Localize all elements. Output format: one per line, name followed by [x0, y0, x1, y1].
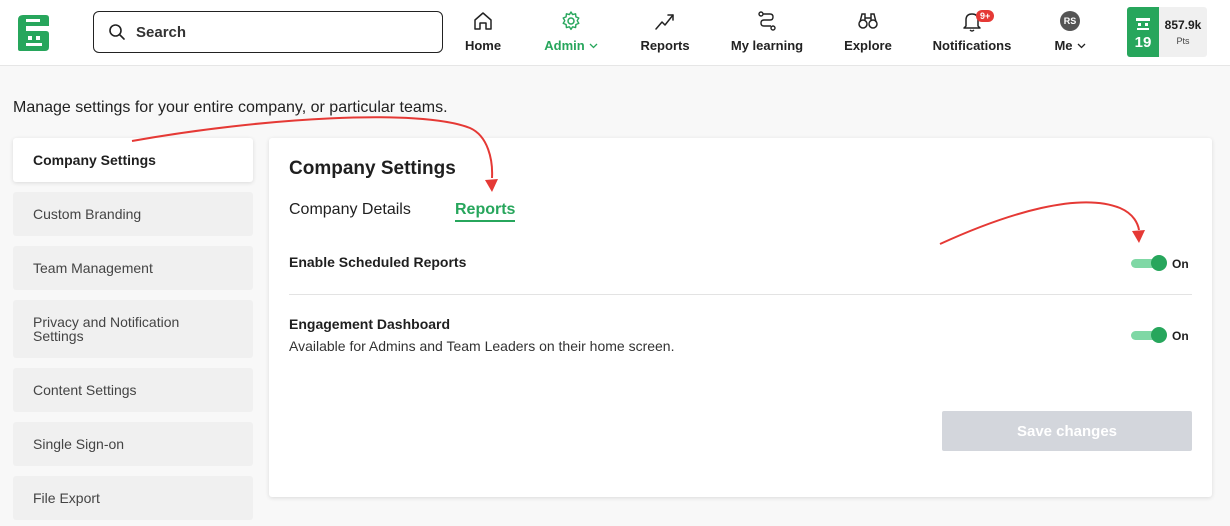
sidebar-item-content-settings[interactable]: Content Settings	[13, 368, 253, 412]
sidebar-item-label: Single Sign-on	[33, 436, 125, 452]
sidebar-item-label: Custom Branding	[33, 206, 142, 222]
sidebar-item-company-settings[interactable]: Company Settings	[13, 138, 253, 182]
level-badge: 19	[1127, 7, 1159, 57]
chevron-down-icon	[589, 43, 598, 48]
nav-admin-label: Admin	[544, 38, 585, 53]
nav-admin[interactable]: Admin	[540, 8, 602, 58]
nav-me-label: Me	[1054, 38, 1073, 53]
settings-panel: Company Settings Company Details Reports…	[269, 138, 1212, 497]
nav-reports-label: Reports	[640, 38, 690, 53]
points-value: 857.9k	[1164, 18, 1202, 32]
nav-notifications-label: Notifications	[932, 38, 1012, 53]
company-logo-icon[interactable]	[16, 14, 50, 52]
divider	[289, 294, 1192, 295]
toggle-knob	[1151, 255, 1167, 271]
tab-company-details[interactable]: Company Details	[289, 201, 411, 219]
gear-icon	[562, 11, 580, 31]
toggle-knob	[1151, 327, 1167, 343]
nav-explore[interactable]: Explore	[842, 8, 894, 58]
sidebar-item-team-management[interactable]: Team Management	[13, 246, 253, 290]
avatar: RS	[1060, 11, 1080, 31]
nav-notifications[interactable]: Notifications	[930, 8, 1014, 58]
nav-reports[interactable]: Reports	[638, 8, 692, 58]
binoculars-icon	[858, 13, 878, 29]
setting-engagement-dashboard-description: Available for Admins and Team Leaders on…	[289, 338, 675, 354]
sidebar-item-label: Privacy and Notification Settings	[33, 314, 180, 344]
sidebar-item-label: Company Settings	[33, 152, 156, 168]
search-box[interactable]	[93, 11, 443, 53]
sidebar-item-label: File Export	[33, 490, 100, 506]
nav-home-label: Home	[464, 38, 502, 53]
engagement-dashboard-state: On	[1172, 329, 1189, 343]
sidebar-item-custom-branding[interactable]: Custom Branding	[13, 192, 253, 236]
nav-home[interactable]: Home	[462, 8, 504, 58]
setting-scheduled-reports-label: Enable Scheduled Reports	[289, 254, 467, 270]
nav-explore-label: Explore	[844, 38, 892, 53]
trend-icon	[655, 14, 674, 30]
sidebar-item-single-sign-on[interactable]: Single Sign-on	[13, 422, 253, 466]
sidebar-item-privacy-notification[interactable]: Privacy and Notification Settings	[13, 300, 253, 358]
nav-my-learning[interactable]: My learning	[728, 8, 806, 58]
search-input[interactable]	[136, 23, 426, 41]
save-changes-button[interactable]: Save changes	[942, 411, 1192, 451]
points-widget[interactable]: 19 857.9k Pts	[1127, 7, 1207, 57]
scheduled-reports-toggle[interactable]	[1131, 254, 1167, 272]
page-intro-text: Manage settings for your entire company,…	[13, 99, 448, 116]
home-icon	[474, 12, 492, 30]
notification-count-badge: 9+	[976, 10, 995, 22]
setting-engagement-dashboard-label: Engagement Dashboard	[289, 316, 451, 332]
panel-title: Company Settings	[289, 158, 456, 179]
points-unit: Pts	[1176, 36, 1190, 46]
top-navigation-bar: Home Admin Reports	[0, 0, 1230, 66]
sidebar-item-label: Content Settings	[33, 382, 137, 398]
sidebar-item-label: Team Management	[33, 260, 153, 276]
scheduled-reports-state: On	[1172, 257, 1189, 271]
learning-path-icon	[758, 11, 776, 31]
engagement-dashboard-toggle[interactable]	[1131, 326, 1167, 344]
chevron-down-icon	[1077, 43, 1085, 48]
level-number: 19	[1134, 34, 1152, 51]
company-logo-icon	[1136, 18, 1150, 30]
search-icon	[109, 24, 125, 40]
sidebar-item-file-export[interactable]: File Export	[13, 476, 253, 520]
nav-my-learning-label: My learning	[730, 38, 804, 53]
nav-me[interactable]: RS Me	[1050, 8, 1090, 58]
tab-reports[interactable]: Reports	[455, 201, 516, 222]
